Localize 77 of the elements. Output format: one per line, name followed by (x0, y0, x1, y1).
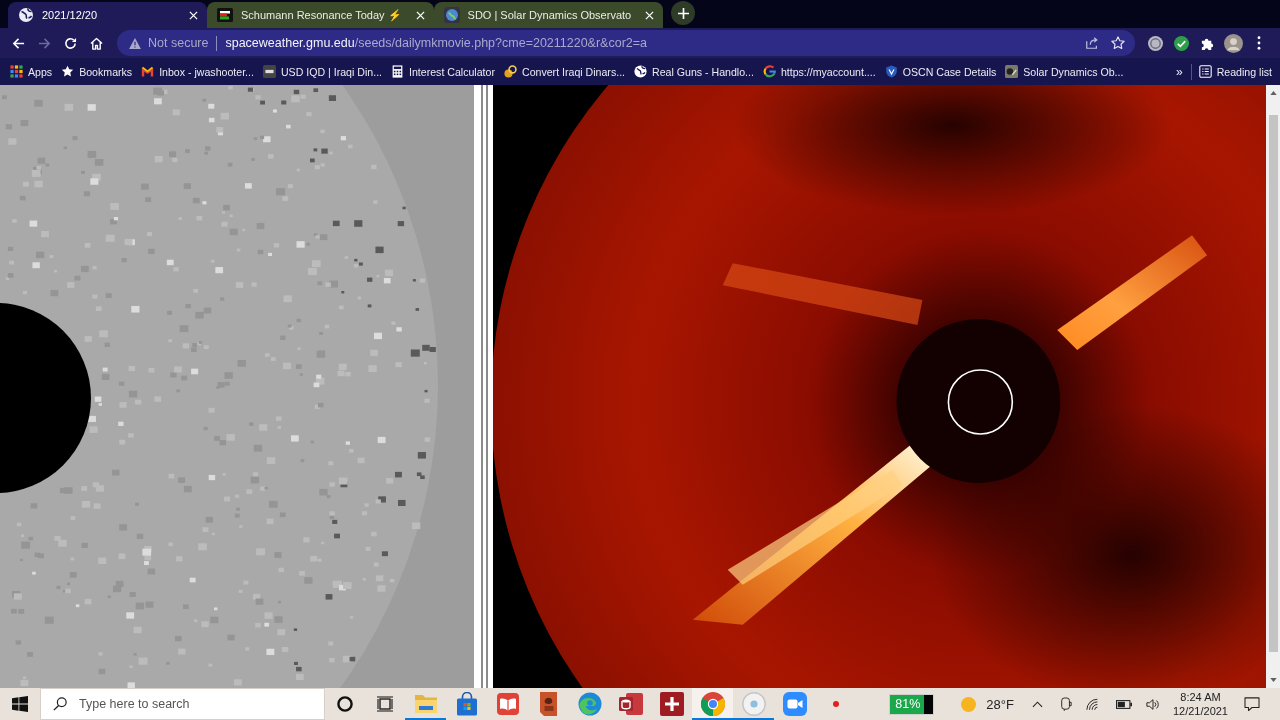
bookmark-item[interactable]: https://myaccount.... (760, 62, 878, 81)
ring-logo-icon (762, 65, 776, 78)
close-icon[interactable] (189, 10, 198, 20)
security-label: Not secure (148, 35, 218, 51)
plus-tile-icon (659, 692, 684, 716)
clock[interactable]: 8:24 AM 12/21/2021 (1172, 690, 1228, 718)
round-logo-icon (700, 692, 725, 716)
forward-arrow-icon (37, 36, 51, 50)
book-icon (495, 692, 520, 716)
bookmark-item[interactable]: Bookmarks (59, 62, 135, 81)
star-icon[interactable] (1111, 36, 1125, 50)
close-icon[interactable] (645, 10, 655, 20)
warning-icon (129, 37, 141, 49)
dot-icon (832, 701, 839, 707)
share-icon[interactable] (1085, 36, 1099, 50)
video-camera-icon (782, 692, 807, 716)
bookmark-item[interactable]: Solar Dynamics Ob... (1003, 62, 1126, 81)
swirl-icon (577, 692, 602, 716)
avatar-icon (1223, 33, 1243, 53)
address-bar[interactable]: Not secure spaceweather.gmu.edu/seeds/dailymkmovie.php?cme=20211220&r&cor2=a (117, 30, 1135, 56)
scroll-up-arrow-icon[interactable] (1269, 91, 1277, 95)
wifi-icon[interactable] (1085, 697, 1100, 711)
notification-icon[interactable] (1244, 697, 1260, 711)
browser-tab[interactable]: Schumann Resonance Today ⚡ (207, 2, 434, 28)
globe-icon (18, 7, 34, 23)
database-tile-icon (618, 692, 643, 716)
round-badge-icon (1147, 35, 1163, 51)
speaker-icon[interactable] (1145, 697, 1160, 711)
reading-list-button[interactable]: Reading list (1196, 62, 1274, 81)
search-icon (53, 697, 67, 711)
bookmark-item[interactable]: Convert Iraqi Dinars... (502, 62, 627, 81)
reload-icon (63, 36, 77, 50)
globe-icon (634, 65, 647, 78)
scrollbar[interactable] (1266, 85, 1280, 688)
window-panes-icon (12, 696, 28, 712)
home-icon (89, 36, 103, 50)
plus-icon (677, 7, 689, 19)
logo-tile-icon (262, 65, 276, 78)
star-icon (61, 65, 75, 78)
scrollbar-thumb[interactable] (1268, 115, 1278, 652)
shield-icon (884, 65, 898, 78)
back-arrow-icon (11, 36, 25, 50)
calculator-icon (391, 65, 404, 78)
url-text: spaceweather.gmu.edu/seeds/dailymkmovie.php?cme=20211220&r&cor2=a (225, 36, 649, 50)
bookmark-item[interactable]: USD IQD | Iraqi Din... (260, 62, 384, 81)
circle-icon (337, 696, 353, 712)
image-thumbnail-icon (1005, 65, 1019, 78)
search-field[interactable]: Type here to search (40, 688, 325, 720)
scroll-down-arrow-icon[interactable] (1269, 678, 1277, 682)
menu-icon (1257, 36, 1261, 50)
close-icon[interactable] (415, 10, 425, 20)
browser-tab[interactable]: 2021/12/20 (8, 2, 207, 28)
chevron-up-icon[interactable] (1031, 700, 1043, 708)
browser-tab[interactable]: SDO | Solar Dynamics Observato (433, 2, 664, 28)
check-circle-icon (1173, 35, 1189, 51)
battery-percentage-meter: 81% (890, 694, 934, 714)
grid-icon (10, 65, 23, 78)
mail-icon (141, 65, 155, 78)
shopping-bag-icon (454, 692, 479, 716)
battery-icon[interactable] (1115, 699, 1132, 709)
bookmark-item[interactable]: OSCN Case Details (882, 62, 999, 81)
device-icon[interactable] (1059, 697, 1072, 711)
sun-icon (961, 696, 977, 712)
list-icon (1198, 65, 1212, 78)
earth-thumbnail-icon (443, 7, 460, 23)
bookmark-item[interactable]: Real Guns - Handlo... (632, 62, 756, 81)
weather-temperature[interactable]: 28°F (986, 696, 1014, 712)
ring-icon (741, 692, 766, 716)
bookmark-item[interactable]: Apps (8, 62, 55, 81)
more-bookmarks-button[interactable]: » (1172, 64, 1186, 79)
new-tab-button[interactable] (671, 1, 696, 25)
folder-icon (413, 692, 438, 716)
coin-logo-icon (504, 65, 517, 78)
task-view-icon (377, 696, 393, 712)
bookmark-item[interactable]: Inbox - jwashooter... (139, 62, 256, 81)
flag-logo-icon (217, 7, 233, 23)
bookmark-item[interactable]: Interest Calculator (389, 62, 497, 81)
